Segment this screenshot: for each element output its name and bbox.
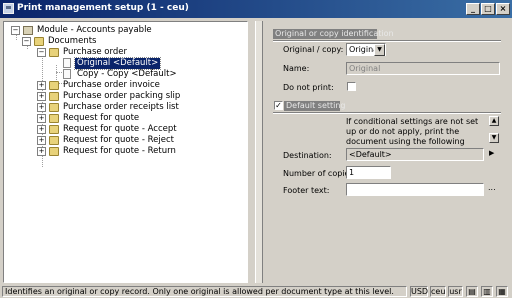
window-title: Print management setup (1 - ceu) [17,3,189,13]
folder-icon [49,81,59,90]
footer-text-field[interactable] [346,183,484,196]
folder-icon [49,92,59,101]
folder-icon [49,147,59,156]
folder-icon [34,37,44,46]
tree-node-copy[interactable]: Copy - Copy <Default> [63,69,213,80]
name-field: Original [346,62,500,75]
notes-icon[interactable]: ▥ [481,286,493,297]
tree-label-item: Request for quote [63,113,140,123]
folder-icon [49,125,59,134]
print-icon[interactable]: ▤ [466,286,478,297]
tree-label-item: Purchase order packing slip [63,91,181,101]
tree-node-item[interactable]: + Request for quote [37,113,237,124]
tree-node-documents[interactable]: − Documents [22,36,222,47]
tree-node-module[interactable]: − Module - Accounts payable [11,25,211,36]
folder-icon [49,103,59,112]
destination-field[interactable]: <Default> [346,148,484,161]
status-currency: USD [410,286,429,297]
do-not-print-checkbox[interactable] [347,82,356,91]
tree-label-item: Purchase order invoice [63,80,160,90]
expand-icon[interactable]: + [37,92,46,101]
tree-node-item[interactable]: + Purchase order invoice [37,80,237,91]
folder-icon [49,136,59,145]
chevron-down-icon[interactable]: ▼ [374,44,385,56]
expand-icon[interactable]: + [37,114,46,123]
identification-header: Original or copy identification [273,29,394,39]
tree-node-original[interactable]: Original <Default> [63,57,213,70]
tree-label-original: Original <Default> [73,57,162,70]
minimize-button[interactable]: _ [466,3,480,15]
expand-icon[interactable]: + [37,103,46,112]
tree-node-item[interactable]: + Purchase order receipts list [37,102,237,113]
expand-icon[interactable]: + [37,136,46,145]
tree-label-module: Module - Accounts payable [37,25,152,35]
copies-field[interactable]: 1 [346,166,391,179]
module-icon [23,26,33,35]
default-setting-header: Default setting [284,101,346,111]
tree-label-copy: Copy - Copy <Default> [77,69,177,79]
status-text: Identifies an original or copy record. O… [2,286,407,297]
window-icon [3,3,14,14]
scroll-up-icon[interactable]: ▲ [489,116,499,126]
tree-node-item[interactable]: + Request for quote - Accept [37,124,237,135]
options-icon[interactable]: ▦ [496,286,508,297]
identification-divider [273,40,501,42]
collapse-icon[interactable]: − [22,37,31,46]
tree-node-item[interactable]: + Request for quote - Reject [37,135,237,146]
scroll-down-icon[interactable]: ▼ [489,133,499,143]
default-setting-checkbox[interactable]: ✓ [274,101,283,110]
tree-node-item[interactable]: + Request for quote - Return [37,146,237,157]
status-user: usr [448,286,463,297]
tree-label-item: Request for quote - Return [63,146,176,156]
destination-label: Destination: [283,151,332,160]
close-button[interactable]: × [496,3,510,15]
do-not-print-label: Do not print: [283,83,334,92]
name-label: Name: [283,64,310,73]
tree-label-item: Request for quote - Accept [63,124,177,134]
footer-text-label: Footer text: [283,186,330,195]
document-tree[interactable]: − Module - Accounts payable − Documents … [3,21,248,283]
default-setting-divider [273,112,501,114]
folder-icon [49,48,59,57]
chevron-right-icon[interactable]: ▶ [489,149,494,157]
tree-label-documents: Documents [48,36,97,46]
maximize-button[interactable]: □ [481,3,495,15]
collapse-icon[interactable]: − [37,48,46,57]
expand-icon[interactable]: + [37,81,46,90]
status-company: ceu [430,286,446,297]
document-icon [63,58,71,68]
expand-icon[interactable]: + [37,125,46,134]
tree-label-item: Purchase order receipts list [63,102,179,112]
footer-lookup-button[interactable]: ... [488,183,496,192]
expand-icon[interactable]: + [37,147,46,156]
original-copy-label: Original / copy: [283,45,344,54]
tree-label-purchase-order: Purchase order [63,47,127,57]
tree-node-item[interactable]: + Purchase order packing slip [37,91,237,102]
tree-node-purchase-order[interactable]: − Purchase order [37,47,237,58]
pane-splitter[interactable] [255,21,263,283]
folder-icon [49,114,59,123]
collapse-icon[interactable]: − [11,26,20,35]
tree-label-item: Request for quote - Reject [63,135,174,145]
document-icon [63,69,71,79]
